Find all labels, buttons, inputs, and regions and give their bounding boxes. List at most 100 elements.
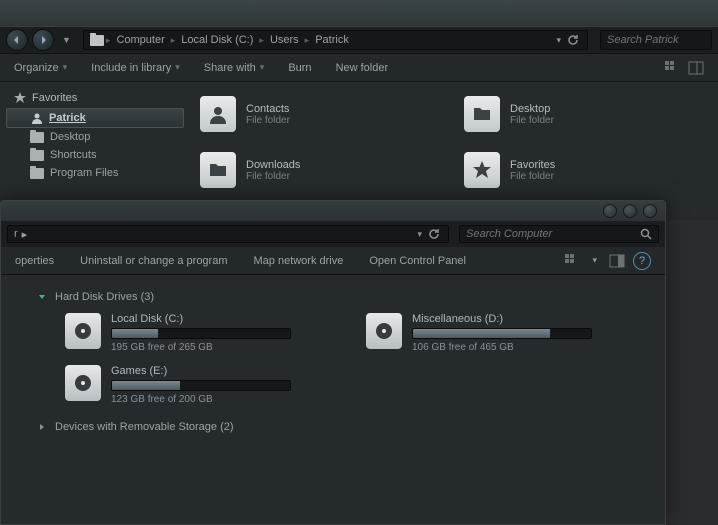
entry-name: Downloads xyxy=(246,159,300,171)
search-box[interactable] xyxy=(600,30,712,50)
entry-name: Favorites xyxy=(510,159,555,171)
star-icon xyxy=(14,92,26,104)
favorites-header[interactable]: Favorites xyxy=(0,88,190,108)
drive-games-e[interactable]: Games (E:) 123 GB free of 200 GB xyxy=(65,365,346,405)
sidebar-item-label: Program Files xyxy=(50,167,118,179)
drive-name: Games (E:) xyxy=(111,365,346,377)
collapse-icon[interactable] xyxy=(37,292,47,302)
open-control-panel-button[interactable]: Open Control Panel xyxy=(369,255,466,267)
arrow-left-icon xyxy=(12,35,22,45)
chevron-right-icon[interactable]: ▸ xyxy=(169,35,178,46)
breadcrumb-users[interactable]: Users xyxy=(266,34,303,46)
folder-entry-desktop[interactable]: DesktopFile folder xyxy=(454,90,718,138)
disk-icon xyxy=(65,365,101,401)
chevron-right-icon[interactable]: ▸ xyxy=(22,228,28,241)
preview-pane-icon[interactable] xyxy=(688,60,704,76)
address-dropdown[interactable]: ▾ xyxy=(413,229,426,240)
command-toolbar: Organize▾ Include in library▾ Share with… xyxy=(0,54,718,82)
removable-section-header[interactable]: Devices with Removable Storage (2) xyxy=(37,421,647,433)
folder-entry-downloads[interactable]: DownloadsFile folder xyxy=(190,146,454,194)
entry-type: File folder xyxy=(510,115,554,126)
refresh-icon xyxy=(567,34,579,46)
share-with-menu[interactable]: Share with▾ xyxy=(204,62,265,74)
close-button[interactable] xyxy=(643,204,657,218)
contacts-icon xyxy=(200,96,236,132)
forward-button[interactable] xyxy=(32,29,54,51)
refresh-icon xyxy=(428,228,440,240)
folder-icon xyxy=(30,168,44,179)
organize-label: Organize xyxy=(14,62,59,74)
sidebar-item-programfiles[interactable]: Program Files xyxy=(0,164,190,182)
view-options-icon[interactable] xyxy=(664,60,680,76)
refresh-button[interactable] xyxy=(426,226,442,242)
capacity-bar xyxy=(111,380,291,391)
disk-icon xyxy=(65,313,101,349)
drive-misc-d[interactable]: Miscellaneous (D:) 106 GB free of 465 GB xyxy=(366,313,647,353)
navigation-row: ▼ ▸ Computer ▸ Local Disk (C:) ▸ Users ▸… xyxy=(0,26,718,54)
sidebar-item-shortcuts[interactable]: Shortcuts xyxy=(0,146,190,164)
search-box[interactable] xyxy=(459,225,659,243)
history-dropdown[interactable]: ▼ xyxy=(58,35,75,45)
expand-icon[interactable] xyxy=(37,422,47,432)
breadcrumb-patrick[interactable]: Patrick xyxy=(311,34,353,46)
address-bar[interactable]: ▸ Computer ▸ Local Disk (C:) ▸ Users ▸ P… xyxy=(83,30,588,50)
star-icon xyxy=(464,152,500,188)
search-input[interactable] xyxy=(607,34,705,46)
capacity-fill xyxy=(112,329,158,338)
capacity-fill xyxy=(413,329,550,338)
sidebar-item-desktop[interactable]: Desktop xyxy=(0,128,190,146)
chevron-right-icon[interactable]: ▸ xyxy=(257,35,266,46)
breadcrumb-computer[interactable]: Computer xyxy=(112,34,168,46)
entry-type: File folder xyxy=(246,115,290,126)
breadcrumb-localdisk[interactable]: Local Disk (C:) xyxy=(177,34,257,46)
address-bar[interactable]: r ▸ ▾ xyxy=(7,225,449,243)
drive-name: Miscellaneous (D:) xyxy=(412,313,647,325)
sidebar-item-label: Patrick xyxy=(49,112,86,124)
drive-name: Local Disk (C:) xyxy=(111,313,346,325)
properties-button[interactable]: operties xyxy=(15,255,54,267)
include-library-menu[interactable]: Include in library▾ xyxy=(91,62,180,74)
navigation-row: r ▸ ▾ xyxy=(1,221,665,247)
drive-local-c[interactable]: Local Disk (C:) 195 GB free of 265 GB xyxy=(65,313,346,353)
drive-free-text: 195 GB free of 265 GB xyxy=(111,342,346,353)
refresh-button[interactable] xyxy=(565,32,581,48)
new-folder-button[interactable]: New folder xyxy=(336,62,389,74)
command-toolbar: operties Uninstall or change a program M… xyxy=(1,247,665,275)
hdd-section-header[interactable]: Hard Disk Drives (3) xyxy=(37,291,647,303)
person-icon xyxy=(31,112,43,124)
explorer-window-computer: r ▸ ▾ operties Uninstall or change a pro… xyxy=(0,200,666,525)
sidebar-item-patrick[interactable]: Patrick xyxy=(6,108,184,128)
computer-content: Hard Disk Drives (3) Local Disk (C:) 195… xyxy=(1,275,665,453)
help-button[interactable]: ? xyxy=(633,252,651,270)
sidebar-item-label: Shortcuts xyxy=(50,149,96,161)
share-label: Share with xyxy=(204,62,256,74)
explorer-window-patrick: ▼ ▸ Computer ▸ Local Disk (C:) ▸ Users ▸… xyxy=(0,0,718,220)
view-options-icon[interactable] xyxy=(564,253,580,269)
preview-pane-icon[interactable] xyxy=(609,253,625,269)
view-dropdown[interactable]: ▾ xyxy=(588,255,601,266)
window-titlebar[interactable] xyxy=(0,0,718,26)
entry-name: Desktop xyxy=(510,103,554,115)
capacity-bar xyxy=(412,328,592,339)
address-dropdown[interactable]: ▾ xyxy=(552,35,565,46)
map-network-drive-button[interactable]: Map network drive xyxy=(254,255,344,267)
drives-grid: Local Disk (C:) 195 GB free of 265 GB Mi… xyxy=(65,313,647,405)
entry-type: File folder xyxy=(246,171,300,182)
folder-entry-contacts[interactable]: ContactsFile folder xyxy=(190,90,454,138)
include-label: Include in library xyxy=(91,62,171,74)
uninstall-button[interactable]: Uninstall or change a program xyxy=(80,255,227,267)
entry-name: Contacts xyxy=(246,103,290,115)
organize-menu[interactable]: Organize▾ xyxy=(14,62,67,74)
burn-button[interactable]: Burn xyxy=(288,62,311,74)
folder-entry-favorites[interactable]: FavoritesFile folder xyxy=(454,146,718,194)
sidebar-item-label: Desktop xyxy=(50,131,90,143)
back-button[interactable] xyxy=(6,29,28,51)
maximize-button[interactable] xyxy=(623,204,637,218)
window-titlebar[interactable] xyxy=(1,201,665,221)
favorites-label: Favorites xyxy=(32,92,77,104)
search-input[interactable] xyxy=(466,228,640,240)
minimize-button[interactable] xyxy=(603,204,617,218)
arrow-right-icon xyxy=(38,35,48,45)
chevron-right-icon[interactable]: ▸ xyxy=(104,35,113,46)
chevron-right-icon[interactable]: ▸ xyxy=(303,35,312,46)
